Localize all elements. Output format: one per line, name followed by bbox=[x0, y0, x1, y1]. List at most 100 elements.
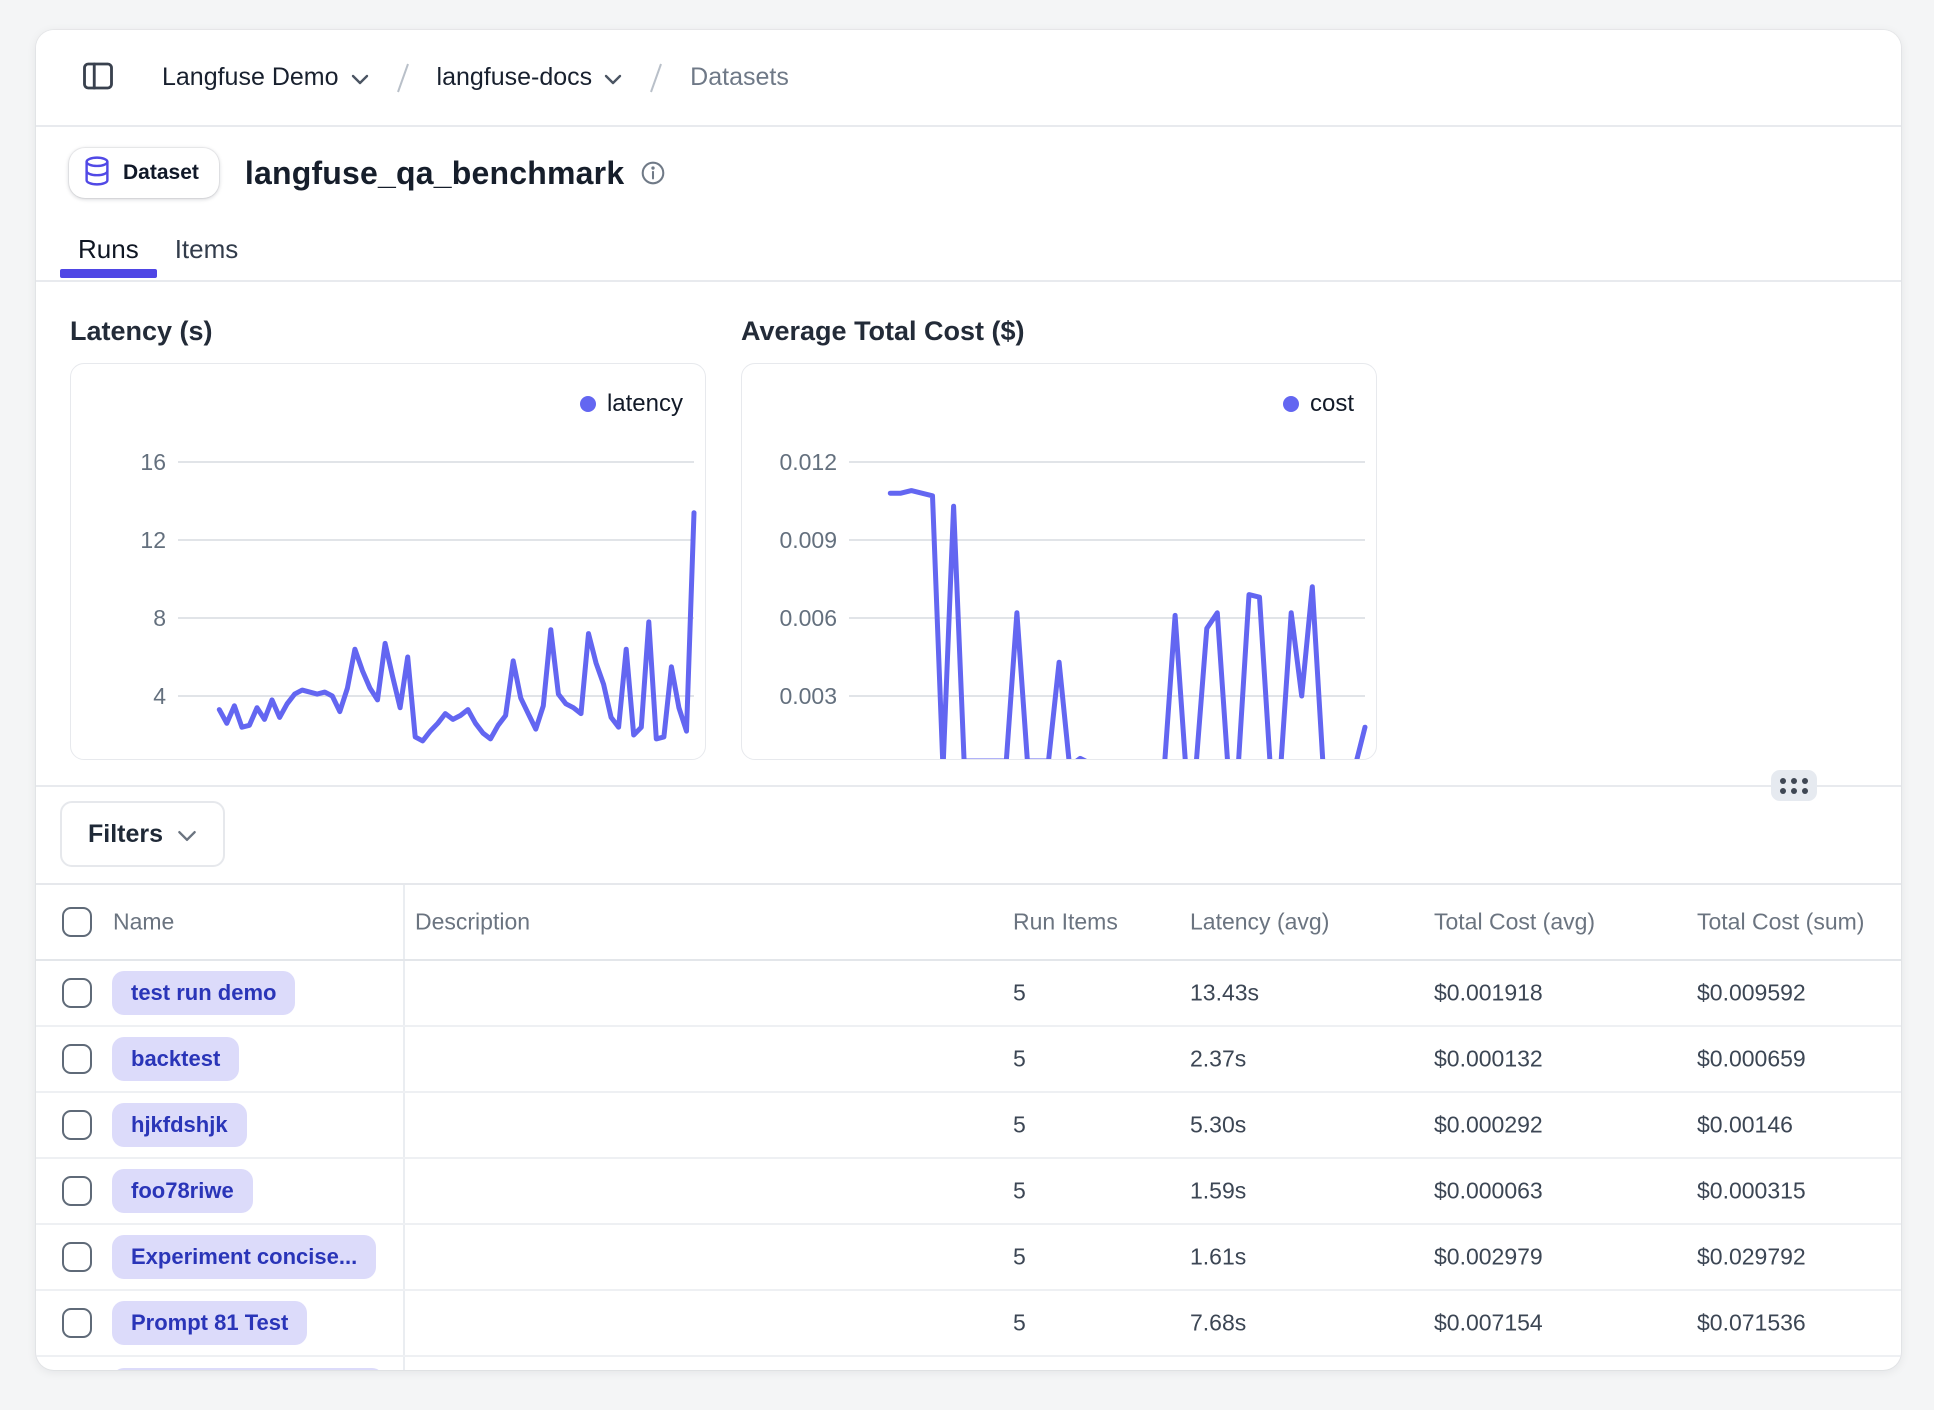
database-icon bbox=[83, 156, 111, 191]
filters-button-label: Filters bbox=[88, 820, 163, 849]
row-checkbox[interactable] bbox=[62, 1110, 92, 1140]
cell-latency-avg: 2.37s bbox=[1190, 1046, 1246, 1073]
breadcrumb-project-label: langfuse-docs bbox=[437, 63, 593, 92]
y-axis-tick-label: 0.003 bbox=[779, 683, 837, 709]
tab-items-label: Items bbox=[175, 222, 239, 265]
chevron-down-icon bbox=[177, 820, 197, 849]
breadcrumb-page: Datasets bbox=[690, 63, 789, 92]
latency-line-chart: 16 12 8 4 bbox=[71, 364, 705, 759]
y-axis-tick-label: 8 bbox=[153, 605, 166, 631]
chevron-down-icon bbox=[604, 63, 622, 92]
cell-total-cost-sum: $0.000659 bbox=[1697, 1046, 1806, 1073]
select-all-checkbox[interactable] bbox=[62, 907, 92, 937]
y-axis-tick-label: 0.012 bbox=[779, 449, 837, 475]
table-row-partial bbox=[36, 1357, 1901, 1370]
cost-chart-legend: cost bbox=[1283, 390, 1354, 418]
column-header-description[interactable]: Description bbox=[415, 909, 530, 936]
table-row: backtest 5 2.37s $0.000132 $0.000659 bbox=[36, 1027, 1901, 1093]
data-line bbox=[890, 491, 1365, 759]
run-name-link[interactable] bbox=[112, 1368, 384, 1370]
cell-total-cost-avg: $0.001918 bbox=[1434, 980, 1543, 1007]
breadcrumb-separator bbox=[395, 61, 411, 95]
run-name-link[interactable]: test run demo bbox=[112, 971, 295, 1015]
table-header-row: Name Description Run Items Latency (avg)… bbox=[36, 885, 1901, 961]
column-header-total-cost-sum[interactable]: Total Cost (sum) bbox=[1697, 909, 1864, 936]
info-icon[interactable] bbox=[640, 160, 666, 186]
run-name-link[interactable]: Prompt 81 Test bbox=[112, 1301, 307, 1345]
column-header-run-items[interactable]: Run Items bbox=[1013, 909, 1118, 936]
cell-run-items: 5 bbox=[1013, 1112, 1026, 1139]
cell-latency-avg: 1.61s bbox=[1190, 1244, 1246, 1271]
cell-total-cost-sum: $0.000315 bbox=[1697, 1178, 1806, 1205]
cell-total-cost-avg: $0.000292 bbox=[1434, 1112, 1543, 1139]
breadcrumb-project-selector[interactable]: langfuse-docs bbox=[437, 63, 623, 92]
breadcrumb-org-label: Langfuse Demo bbox=[162, 63, 339, 92]
legend-label: latency bbox=[607, 390, 683, 418]
breadcrumb-org-selector[interactable]: Langfuse Demo bbox=[162, 63, 369, 92]
y-axis-tick-label: 16 bbox=[140, 449, 166, 475]
run-name-link[interactable]: backtest bbox=[112, 1037, 239, 1081]
row-checkbox[interactable] bbox=[62, 1176, 92, 1206]
row-checkbox[interactable] bbox=[62, 1308, 92, 1338]
grip-dots-icon bbox=[1780, 778, 1808, 794]
data-line bbox=[219, 513, 694, 741]
cell-latency-avg: 13.43s bbox=[1190, 980, 1259, 1007]
cell-total-cost-avg: $0.000132 bbox=[1434, 1046, 1543, 1073]
cell-latency-avg: 5.30s bbox=[1190, 1112, 1246, 1139]
cost-chart: cost 0.012 0.009 0.006 0.003 bbox=[741, 363, 1377, 760]
y-axis-tick-label: 0.006 bbox=[779, 605, 837, 631]
row-checkbox[interactable] bbox=[62, 1242, 92, 1272]
table-row: Experiment concise... 5 1.61s $0.002979 $0.0… bbox=[36, 1225, 1901, 1291]
tabs: Runs Items bbox=[36, 222, 1901, 282]
latency-chart-title: Latency (s) bbox=[70, 316, 213, 347]
y-axis-tick-label: 4 bbox=[153, 683, 166, 709]
cell-run-items: 5 bbox=[1013, 1046, 1026, 1073]
sidebar-panel-icon bbox=[80, 58, 116, 97]
dataset-badge: Dataset bbox=[69, 148, 219, 198]
breadcrumb: Langfuse Demo langfuse-docs Datasets bbox=[162, 61, 789, 95]
latency-chart-legend: latency bbox=[580, 390, 683, 418]
cell-run-items: 5 bbox=[1013, 1310, 1026, 1337]
cell-latency-avg: 7.68s bbox=[1190, 1310, 1246, 1337]
cell-total-cost-avg: $0.007154 bbox=[1434, 1310, 1543, 1337]
legend-dot-icon bbox=[1283, 396, 1299, 412]
run-name-link[interactable]: foo78riwe bbox=[112, 1169, 253, 1213]
cell-run-items: 5 bbox=[1013, 1244, 1026, 1271]
cell-total-cost-sum: $0.00146 bbox=[1697, 1112, 1793, 1139]
dataset-badge-label: Dataset bbox=[123, 161, 199, 185]
chevron-down-icon bbox=[351, 63, 369, 92]
cost-line-chart: 0.012 0.009 0.006 0.003 bbox=[742, 364, 1376, 759]
tab-runs[interactable]: Runs bbox=[60, 222, 157, 280]
latency-chart: latency 16 12 8 4 bbox=[70, 363, 706, 760]
cost-chart-title: Average Total Cost ($) bbox=[741, 316, 1025, 347]
row-checkbox[interactable] bbox=[62, 1044, 92, 1074]
legend-dot-icon bbox=[580, 396, 596, 412]
row-checkbox[interactable] bbox=[62, 978, 92, 1008]
table-row: test run demo 5 13.43s $0.001918 $0.009592 bbox=[36, 961, 1901, 1027]
column-header-name[interactable]: Name bbox=[113, 909, 174, 936]
run-name-link[interactable]: hjkfdshjk bbox=[112, 1103, 247, 1147]
sidebar-toggle-button[interactable] bbox=[74, 52, 122, 103]
page-title: langfuse_qa_benchmark bbox=[245, 155, 624, 192]
y-axis-tick-label: 12 bbox=[140, 527, 166, 553]
column-header-latency-avg[interactable]: Latency (avg) bbox=[1190, 909, 1329, 936]
runs-table: Name Description Run Items Latency (avg)… bbox=[36, 883, 1901, 1370]
filters-button[interactable]: Filters bbox=[60, 801, 225, 867]
y-axis-tick-label: 0.009 bbox=[779, 527, 837, 553]
table-row: hjkfdshjk 5 5.30s $0.000292 $0.00146 bbox=[36, 1093, 1901, 1159]
tab-runs-label: Runs bbox=[78, 222, 139, 265]
cell-run-items: 5 bbox=[1013, 1178, 1026, 1205]
cell-total-cost-avg: $0.002979 bbox=[1434, 1244, 1543, 1271]
cell-run-items: 5 bbox=[1013, 980, 1026, 1007]
cell-total-cost-sum: $0.009592 bbox=[1697, 980, 1806, 1007]
run-name-link[interactable]: Experiment concise... bbox=[112, 1235, 376, 1279]
cell-total-cost-avg: $0.000063 bbox=[1434, 1178, 1543, 1205]
column-header-total-cost-avg[interactable]: Total Cost (avg) bbox=[1434, 909, 1595, 936]
charts-resize-handle[interactable] bbox=[1771, 770, 1817, 801]
cell-total-cost-sum: $0.029792 bbox=[1697, 1244, 1806, 1271]
main-panel: Langfuse Demo langfuse-docs Datasets bbox=[36, 30, 1901, 1370]
cell-total-cost-sum: $0.071536 bbox=[1697, 1310, 1806, 1337]
breadcrumb-separator bbox=[648, 61, 664, 95]
tab-items[interactable]: Items bbox=[157, 222, 257, 280]
breadcrumb-bar: Langfuse Demo langfuse-docs Datasets bbox=[36, 30, 1901, 127]
